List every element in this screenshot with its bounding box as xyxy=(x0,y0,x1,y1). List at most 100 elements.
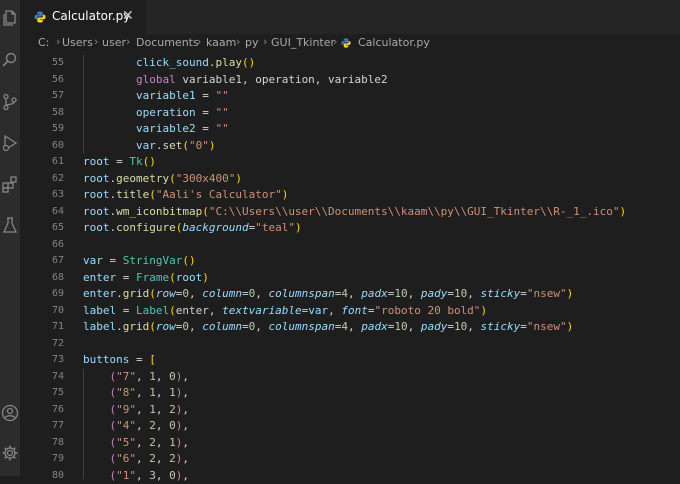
line-number: 78 xyxy=(24,435,64,452)
code-token: columnspan xyxy=(269,320,335,333)
code-line: ("9", 1, 2), xyxy=(83,402,189,419)
code-token: = xyxy=(196,89,216,102)
code-token: 2 xyxy=(149,436,156,449)
code-token xyxy=(83,452,110,465)
python-file-icon xyxy=(34,11,46,23)
code-token: "9" xyxy=(116,403,136,416)
code-token: = xyxy=(103,254,123,267)
code-token: ( xyxy=(149,188,156,201)
code-line: ("7", 1, 0), xyxy=(83,369,189,386)
code-token: root xyxy=(83,221,110,234)
code-token xyxy=(83,139,136,152)
code-token: () xyxy=(182,254,195,267)
code-token: [ xyxy=(149,353,156,366)
code-token: 10 xyxy=(394,287,407,300)
code-token: "roboto 20 bold" xyxy=(374,304,480,317)
explorer-icon[interactable] xyxy=(1,9,19,27)
breadcrumb-separator: › xyxy=(56,35,60,48)
code-token: set xyxy=(162,139,182,152)
breadcrumb-item-kaam[interactable]: kaam xyxy=(206,36,236,49)
code-editor[interactable]: 5556575859606162636465666768697071727374… xyxy=(20,52,680,476)
line-number: 59 xyxy=(24,121,64,138)
breadcrumb-separator: › xyxy=(236,35,240,48)
code-token: ) xyxy=(295,221,302,234)
breadcrumb-item-users[interactable]: Users xyxy=(62,36,93,49)
breadcrumb-item-documents[interactable]: Documents xyxy=(136,36,199,49)
testing-icon[interactable] xyxy=(1,216,19,234)
settings-gear-icon[interactable] xyxy=(1,444,19,462)
code-token: 1 xyxy=(149,386,156,399)
code-token: root xyxy=(83,205,110,218)
code-token: , xyxy=(156,469,169,482)
extensions-icon[interactable] xyxy=(1,175,19,193)
line-number: 71 xyxy=(24,319,64,336)
code-token xyxy=(83,419,110,432)
code-token: 2 xyxy=(169,452,176,465)
code-token: , xyxy=(408,320,421,333)
breadcrumb-item-drive[interactable]: C: xyxy=(38,36,49,49)
code-line: root.configure(background="teal") xyxy=(83,220,302,237)
breadcrumb-separator: › xyxy=(94,35,98,48)
code-token: sticky xyxy=(480,287,520,300)
breadcrumb-item-gui-tkinter[interactable]: GUI_Tkinter xyxy=(271,36,335,49)
breadcrumb-item-file[interactable]: Calculator.py xyxy=(358,36,430,49)
code-token: ( xyxy=(169,172,176,185)
close-icon[interactable]: ✕ xyxy=(122,8,134,24)
code-token: . xyxy=(116,320,123,333)
code-token: , xyxy=(136,370,149,383)
code-token: 10 xyxy=(394,320,407,333)
code-token: = xyxy=(196,122,216,135)
code-token: Tk xyxy=(129,155,142,168)
code-line: buttons = [ xyxy=(83,352,156,369)
code-token: "Aali's Calculator" xyxy=(156,188,282,201)
code-token: grid xyxy=(123,287,150,300)
line-number: 66 xyxy=(24,237,64,254)
code-line: operation = "" xyxy=(83,105,229,122)
code-token: = xyxy=(196,106,216,119)
code-token: 1 xyxy=(149,403,156,416)
activity-bar xyxy=(0,0,20,476)
code-token: sticky xyxy=(480,320,520,333)
source-control-icon[interactable] xyxy=(1,93,19,111)
code-line: root.wm_iconbitmap("C:\\Users\\user\\Doc… xyxy=(83,204,626,221)
code-token: padx xyxy=(361,287,388,300)
code-line: label = Label(enter, textvariable=var, f… xyxy=(83,303,487,320)
code-token: , xyxy=(136,452,149,465)
code-token: , xyxy=(156,436,169,449)
search-icon[interactable] xyxy=(1,51,19,69)
code-token: , xyxy=(156,452,169,465)
code-token: 0 xyxy=(169,419,176,432)
code-token: 0 xyxy=(182,320,189,333)
line-number: 60 xyxy=(24,138,64,155)
code-token: operation xyxy=(136,106,196,119)
code-token: column xyxy=(202,287,242,300)
line-number: 56 xyxy=(24,72,64,89)
code-token: label xyxy=(83,304,116,317)
code-token: , xyxy=(182,436,189,449)
code-token: = xyxy=(520,320,527,333)
code-token: play xyxy=(215,56,242,69)
code-line: label.grid(row=0, column=0, columnspan=4… xyxy=(83,319,573,336)
code-token: StringVar xyxy=(123,254,183,267)
code-line: variable2 = "" xyxy=(83,121,229,138)
code-token: row xyxy=(156,320,176,333)
code-token: geometry xyxy=(116,172,169,185)
code-token: 10 xyxy=(454,287,467,300)
breadcrumb-item-user[interactable]: user xyxy=(102,36,126,49)
code-token: , xyxy=(255,287,268,300)
code-token: = xyxy=(447,287,454,300)
code-line: root = Tk() xyxy=(83,154,156,171)
tab-calculator-py[interactable]: Calculator.py ✕ xyxy=(20,0,146,34)
account-icon[interactable] xyxy=(1,404,19,422)
code-token: "5" xyxy=(116,436,136,449)
code-token: enter xyxy=(83,271,116,284)
line-number: 64 xyxy=(24,204,64,221)
code-line: ("8", 1, 1), xyxy=(83,385,189,402)
breadcrumb-item-py[interactable]: py xyxy=(245,36,259,49)
code-token: , xyxy=(348,320,361,333)
code-token: , xyxy=(156,386,169,399)
run-debug-icon[interactable] xyxy=(1,134,19,152)
code-token: 2 xyxy=(149,452,156,465)
code-line: enter = Frame(root) xyxy=(83,270,209,287)
code-token: 1 xyxy=(149,370,156,383)
